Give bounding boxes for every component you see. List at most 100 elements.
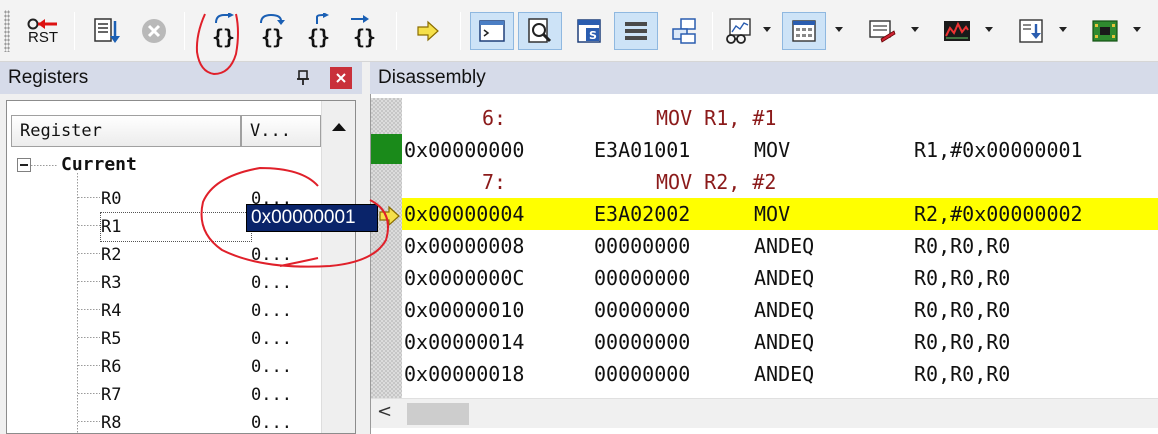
- toolbar-grip[interactable]: [4, 10, 10, 52]
- tree-connector: [78, 421, 100, 422]
- register-value[interactable]: 0...: [251, 269, 292, 297]
- register-row[interactable]: R5 0...: [101, 325, 321, 353]
- tree-connector: [78, 365, 100, 366]
- step-out-label: {}: [306, 25, 330, 49]
- register-value[interactable]: 0...: [251, 325, 292, 353]
- trace-window-dropdown[interactable]: [1058, 24, 1068, 34]
- register-value[interactable]: 0...: [251, 241, 292, 269]
- source-code: MOV R2, #2: [656, 170, 777, 194]
- register-row[interactable]: R6 0...: [101, 353, 321, 381]
- toolbar-separator: [396, 12, 397, 50]
- analysis-window-dropdown[interactable]: [984, 24, 994, 34]
- register-value[interactable]: 0...: [251, 353, 292, 381]
- tree-connector: [78, 309, 100, 310]
- instruction-opcode: 00000000: [594, 266, 691, 290]
- memory-window-dropdown[interactable]: [834, 24, 844, 34]
- scroll-up-icon[interactable]: [322, 113, 355, 141]
- register-name: R5: [101, 329, 122, 349]
- source-line[interactable]: 6: MOV R1, #1: [402, 102, 1158, 134]
- instruction-line[interactable]: 0x00000008 00000000 ANDEQ R0,R0,R0: [402, 230, 1158, 262]
- registers-window-button[interactable]: [614, 12, 658, 50]
- register-group-current[interactable]: Current: [61, 151, 137, 179]
- instruction-address: 0x00000004: [404, 202, 525, 226]
- register-row[interactable]: R8 0...: [101, 409, 321, 433]
- step-out-icon: [316, 13, 329, 24]
- step-into-icon: [215, 13, 234, 24]
- instruction-address: 0x0000000C: [404, 266, 525, 290]
- disassembly-horizontal-scrollbar[interactable]: <: [371, 398, 1158, 428]
- registers-vertical-scrollbar[interactable]: [321, 101, 355, 433]
- register-row[interactable]: R7 0...: [101, 381, 321, 409]
- current-instruction-line[interactable]: 0x00000004 E3A02002 MOV R2,#0x00000002: [402, 198, 1158, 230]
- watch-window-icon: [726, 18, 751, 44]
- registers-panel: Register V... Current R0 0... R1 R2 0... R3 0.…: [0, 94, 362, 434]
- reset-view-button[interactable]: [86, 12, 126, 50]
- run-to-cursor-button[interactable]: {}: [344, 12, 384, 50]
- instruction-line[interactable]: 0x00000018 00000000 ANDEQ R0,R0,R0: [402, 358, 1158, 390]
- reset-button[interactable]: RST: [22, 12, 64, 50]
- toolbar-separator: [712, 12, 713, 50]
- register-row[interactable]: R3 0...: [101, 269, 321, 297]
- serial-window-icon: [869, 20, 896, 43]
- disassembly-window-button[interactable]: [518, 12, 562, 50]
- watch-window-dropdown[interactable]: [762, 24, 772, 34]
- instruction-line[interactable]: 0x00000010 00000000 ANDEQ R0,R0,R0: [402, 294, 1158, 326]
- watch-window-button[interactable]: [718, 12, 760, 50]
- step-out-button[interactable]: {}: [298, 12, 338, 50]
- tree-connector: [78, 337, 100, 338]
- scroll-left-icon[interactable]: <: [377, 401, 392, 422]
- instruction-mnemonic: ANDEQ: [754, 298, 815, 322]
- register-value-editor[interactable]: 0x00000001: [246, 204, 378, 232]
- serial-window-dropdown[interactable]: [910, 24, 920, 34]
- register-row[interactable]: R4 0...: [101, 297, 321, 325]
- analysis-window-button[interactable]: [936, 12, 978, 50]
- trace-window-icon: [1019, 19, 1043, 43]
- close-icon[interactable]: [330, 67, 352, 89]
- register-value[interactable]: 0...: [251, 381, 292, 409]
- register-value[interactable]: 0...: [251, 409, 292, 433]
- toolbar-separator: [74, 12, 75, 50]
- step-into-label: {}: [211, 25, 235, 49]
- symbols-window-icon: S: [577, 19, 601, 43]
- register-row[interactable]: R2 0...: [101, 241, 321, 269]
- instruction-line[interactable]: 0x00000000 E3A01001 MOV R1,#0x00000001: [402, 134, 1158, 166]
- scroll-thumb[interactable]: [407, 403, 469, 425]
- toolbar-separator: [460, 12, 461, 50]
- serial-window-button[interactable]: [862, 12, 902, 50]
- command-window-button[interactable]: [470, 12, 514, 50]
- instruction-operands: R2,#0x00000002: [914, 202, 1083, 226]
- tree-connector: [31, 165, 57, 166]
- collapse-toggle[interactable]: [17, 158, 31, 172]
- register-value[interactable]: 0...: [251, 297, 292, 325]
- symbols-window-button[interactable]: S: [568, 12, 610, 50]
- instruction-address: 0x00000014: [404, 330, 525, 354]
- show-next-statement-button[interactable]: [408, 12, 448, 50]
- instruction-opcode: E3A01001: [594, 138, 691, 162]
- instruction-address: 0x00000000: [404, 138, 525, 162]
- registers-panel-title: Registers: [8, 67, 89, 88]
- disassembly-panel-titlebar: Disassembly: [370, 62, 1158, 94]
- instruction-mnemonic: ANDEQ: [754, 362, 815, 386]
- column-header-value[interactable]: V...: [241, 115, 321, 147]
- step-into-button[interactable]: {}: [200, 12, 246, 50]
- column-header-register[interactable]: Register: [11, 115, 241, 147]
- trace-window-button[interactable]: [1010, 12, 1052, 50]
- instruction-line[interactable]: 0x00000014 00000000 ANDEQ R0,R0,R0: [402, 326, 1158, 358]
- registers-tree[interactable]: Register V... Current R0 0... R1 R2 0... R3 0.…: [6, 100, 356, 434]
- instruction-operands: R0,R0,R0: [914, 234, 1011, 258]
- disassembly-panel[interactable]: 6: MOV R1, #1 0x00000000 E3A01001 MOV R1,#0x0…: [370, 94, 1158, 434]
- memory-window-button[interactable]: [782, 12, 826, 50]
- pin-icon[interactable]: [292, 62, 314, 94]
- system-viewer-button[interactable]: [1084, 12, 1126, 50]
- system-viewer-dropdown[interactable]: [1132, 24, 1142, 34]
- step-over-button[interactable]: {}: [252, 12, 292, 50]
- instruction-line[interactable]: 0x0000000C 00000000 ANDEQ R0,R0,R0: [402, 262, 1158, 294]
- register-row[interactable]: R1: [100, 212, 252, 242]
- register-name: R1: [101, 217, 122, 237]
- run-to-cursor-icon: [351, 15, 369, 23]
- tree-connector: [78, 225, 100, 226]
- registers-column-headers: Register V...: [11, 115, 321, 147]
- source-line[interactable]: 7: MOV R2, #2: [402, 166, 1158, 198]
- stop-button[interactable]: [134, 12, 174, 50]
- call-stack-button[interactable]: [662, 12, 706, 50]
